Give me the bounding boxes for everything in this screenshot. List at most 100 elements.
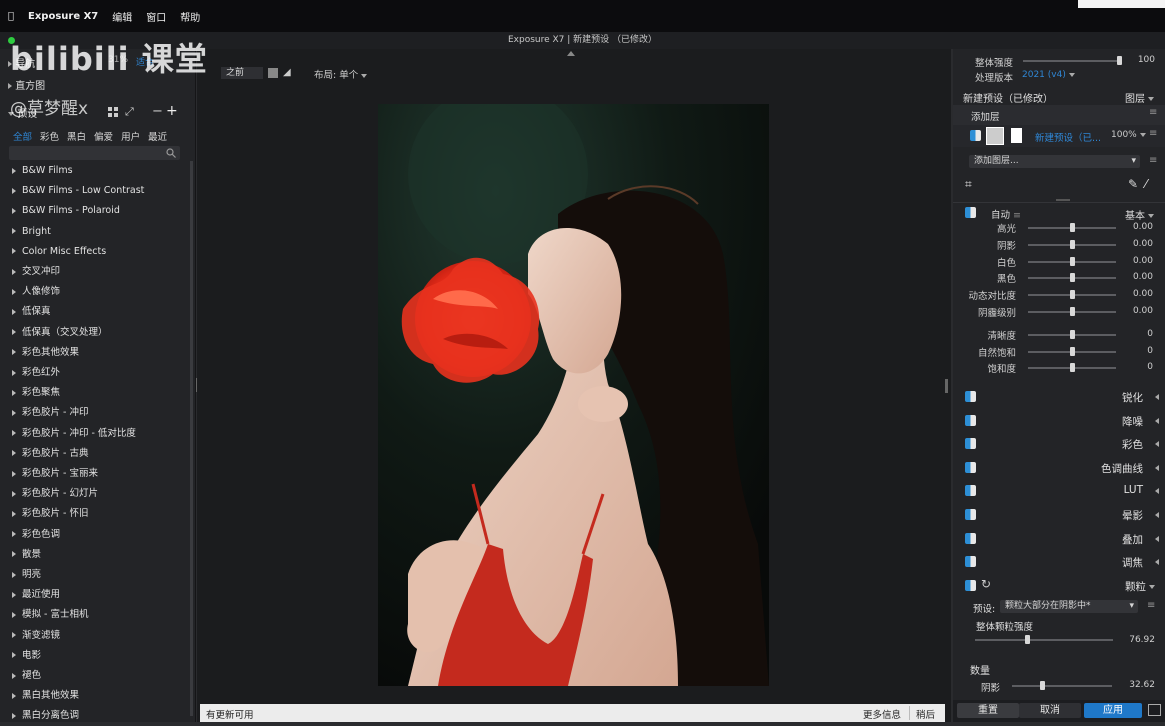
resize-handle[interactable] bbox=[1056, 199, 1070, 201]
panel-toggle-icon[interactable] bbox=[1148, 704, 1161, 716]
preset-item[interactable]: 彩色胶片 - 冲印 - 低对比度 bbox=[12, 424, 136, 444]
app-menu[interactable]: Exposure X7 bbox=[28, 11, 98, 22]
slider-knob[interactable] bbox=[1070, 346, 1075, 356]
panel-toggle[interactable] bbox=[965, 485, 976, 497]
later-button[interactable]: 稍后 bbox=[916, 707, 935, 721]
preset-item[interactable]: 交叉冲印 bbox=[12, 262, 60, 282]
preset-item[interactable]: 最近使用 bbox=[12, 585, 60, 605]
slider-knob[interactable] bbox=[1040, 681, 1045, 690]
grid-view-icon[interactable] bbox=[108, 107, 118, 117]
preset-item[interactable]: 黑白分离色调 bbox=[12, 706, 79, 726]
layer-row[interactable]: 新建预设（已... 100% ≡ bbox=[953, 125, 1165, 147]
menu-icon[interactable]: ≡ bbox=[1149, 107, 1157, 118]
preset-item[interactable]: 彩色胶片 - 古典 bbox=[12, 444, 88, 464]
slider-knob[interactable] bbox=[1070, 239, 1075, 249]
cancel-button[interactable]: 取消 bbox=[1019, 703, 1081, 718]
preset-item[interactable]: 彩色其他效果 bbox=[12, 343, 79, 363]
shadow-slider[interactable] bbox=[1012, 681, 1112, 690]
grain-overall-slider[interactable] bbox=[975, 635, 1113, 644]
photo[interactable] bbox=[378, 104, 769, 686]
preset-item[interactable]: 彩色红外 bbox=[12, 363, 60, 383]
preset-item[interactable]: B&W Films - Low Contrast bbox=[12, 181, 144, 201]
preset-item[interactable]: 彩色色调 bbox=[12, 525, 60, 545]
grain-panel-header[interactable]: 颗粒 bbox=[1125, 579, 1155, 594]
preset-item[interactable]: 低保真（交叉处理） bbox=[12, 323, 108, 343]
layer-opacity[interactable]: 100% bbox=[1111, 130, 1146, 140]
adjustment-slider[interactable] bbox=[1028, 307, 1116, 316]
panel-toggle[interactable] bbox=[965, 509, 976, 520]
preset-item[interactable]: 散景 bbox=[12, 545, 41, 565]
menu-window[interactable]: 窗口 bbox=[146, 9, 166, 24]
preset-item[interactable]: 彩色胶片 - 幻灯片 bbox=[12, 484, 98, 504]
adjustment-panel-header[interactable]: 色调曲线 bbox=[953, 459, 1165, 479]
tab-recent[interactable]: 最近 bbox=[148, 132, 167, 143]
left-scrollbar[interactable] bbox=[190, 161, 193, 716]
adjustment-panel-header[interactable]: 彩色 bbox=[953, 435, 1165, 455]
grain-preset-dropdown[interactable]: 颗粒大部分在阴影中* ▾ bbox=[1000, 600, 1138, 613]
preset-item[interactable]: 彩色胶片 - 冲印 bbox=[12, 403, 88, 423]
adjustment-slider[interactable] bbox=[1028, 329, 1116, 339]
slider-knob[interactable] bbox=[1070, 363, 1075, 373]
menu-icon[interactable]: ≡ bbox=[1149, 155, 1157, 166]
adjustment-slider[interactable] bbox=[1028, 239, 1116, 249]
adjustment-slider[interactable] bbox=[1028, 346, 1116, 356]
preset-item[interactable]: 电影 bbox=[12, 646, 41, 666]
reset-button[interactable]: 重置 bbox=[957, 703, 1019, 718]
before-button[interactable]: 之前 bbox=[221, 67, 263, 79]
tab-all[interactable]: 全部 bbox=[13, 132, 32, 143]
preset-item[interactable]: B&W Films bbox=[12, 161, 73, 181]
right-panel-handle[interactable] bbox=[945, 379, 948, 393]
preset-item[interactable]: B&W Films - Polaroid bbox=[12, 201, 120, 221]
adjustment-panel-header[interactable]: 调焦 bbox=[953, 553, 1165, 573]
add-preset-icon[interactable]: + bbox=[166, 103, 178, 119]
adjustment-panel-header[interactable]: 降噪 bbox=[953, 412, 1165, 432]
slider-knob[interactable] bbox=[1117, 56, 1122, 65]
tab-color[interactable]: 彩色 bbox=[40, 132, 59, 143]
eyedropper-icon[interactable]: ✎ bbox=[1128, 177, 1138, 191]
layers-menu[interactable]: 图层 bbox=[1125, 90, 1154, 105]
expand-view-icon[interactable]: ⤢ bbox=[125, 105, 134, 119]
more-info-button[interactable]: 更多信息 bbox=[863, 707, 901, 721]
adjustment-slider[interactable] bbox=[1028, 363, 1116, 373]
preset-item[interactable]: 彩色聚焦 bbox=[12, 383, 60, 403]
preset-item[interactable]: 渐变滤镜 bbox=[12, 626, 60, 646]
slider-knob[interactable] bbox=[1070, 256, 1075, 266]
reset-icon[interactable]: ↻ bbox=[981, 577, 991, 591]
adjustment-panel-header[interactable]: 叠加 bbox=[953, 530, 1165, 550]
basic-toggle[interactable] bbox=[965, 207, 976, 218]
brush-icon[interactable]: ⁄ bbox=[1145, 177, 1147, 191]
layer-toggle[interactable] bbox=[970, 130, 981, 141]
adjustment-panel-header[interactable]: 锐化 bbox=[953, 388, 1165, 408]
basic-panel-header[interactable]: 基本 bbox=[1125, 207, 1154, 222]
tab-user[interactable]: 用户 bbox=[121, 132, 140, 143]
remove-preset-icon[interactable]: − bbox=[152, 104, 163, 119]
crop-icon[interactable]: ⌗ bbox=[965, 177, 972, 192]
panel-toggle[interactable] bbox=[965, 461, 976, 473]
adjustment-panel-header[interactable]: 晕影 bbox=[953, 506, 1165, 526]
panel-toggle[interactable] bbox=[965, 532, 976, 544]
compare-icon[interactable]: ◢ bbox=[283, 67, 291, 78]
adjustment-panel-header[interactable]: LUT bbox=[953, 482, 1165, 502]
slider-knob[interactable] bbox=[1070, 223, 1075, 232]
preset-item[interactable]: 低保真 bbox=[12, 302, 51, 322]
apple-menu-icon[interactable]:  bbox=[8, 11, 14, 22]
adjustment-slider[interactable] bbox=[1028, 256, 1116, 266]
preset-search-input[interactable] bbox=[9, 146, 180, 160]
tab-favorites[interactable]: 偏爱 bbox=[94, 132, 113, 143]
menu-icon[interactable]: ≡ bbox=[1149, 128, 1157, 139]
preset-item[interactable]: 模拟 - 富士相机 bbox=[12, 605, 88, 625]
panel-toggle[interactable] bbox=[965, 438, 976, 450]
slider-knob[interactable] bbox=[1070, 329, 1075, 339]
adjustment-slider[interactable] bbox=[1028, 223, 1116, 232]
panel-toggle[interactable] bbox=[965, 556, 976, 568]
panel-toggle[interactable] bbox=[965, 414, 976, 426]
slider-knob[interactable] bbox=[1025, 635, 1031, 644]
tab-bw[interactable]: 黑白 bbox=[67, 132, 86, 143]
preset-item[interactable]: 黑白其他效果 bbox=[12, 686, 79, 706]
slider-knob[interactable] bbox=[1070, 290, 1075, 300]
auto-button[interactable]: 自动 ≡ bbox=[991, 207, 1021, 221]
preset-item[interactable]: 褪色 bbox=[12, 666, 41, 686]
preset-item[interactable]: Bright bbox=[12, 222, 51, 242]
preset-item[interactable]: 彩色胶片 - 宝丽来 bbox=[12, 464, 98, 484]
process-version-select[interactable]: 2021 (v4) bbox=[1022, 70, 1075, 80]
